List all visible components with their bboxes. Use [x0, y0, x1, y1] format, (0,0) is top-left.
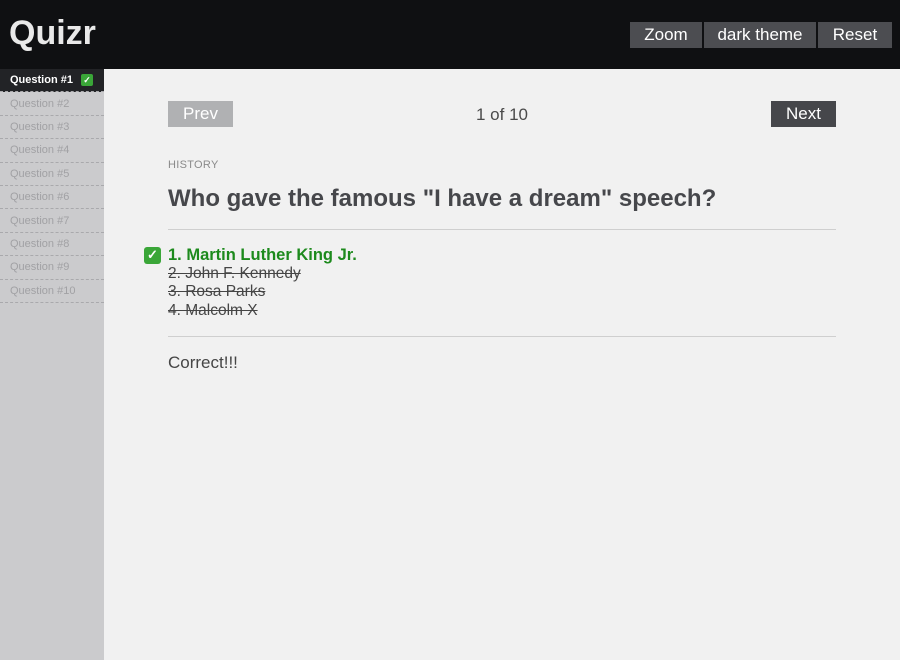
- answer-list: ✓ 1. Martin Luther King Jr. 2. John F. K…: [144, 246, 357, 321]
- answer-option-1[interactable]: ✓ 1. Martin Luther King Jr.: [144, 246, 357, 265]
- answer-label: 2. John F. Kennedy: [168, 264, 301, 282]
- question-text: Who gave the famous "I have a dream" spe…: [168, 185, 717, 212]
- sidebar-item-label: Question #6: [10, 191, 70, 204]
- sidebar-item-question-4[interactable]: Question #4: [0, 139, 104, 163]
- question-sidebar: Question #1 ✓ Question #2 Question #3 Qu…: [0, 69, 104, 660]
- sidebar-item-question-7[interactable]: Question #7: [0, 209, 104, 233]
- sidebar-item-question-10[interactable]: Question #10: [0, 280, 104, 303]
- sidebar-item-label: Question #3: [10, 120, 70, 133]
- answer-label: 3. Rosa Parks: [168, 283, 266, 301]
- sidebar-item-label: Question #2: [10, 97, 70, 110]
- dark-theme-button[interactable]: dark theme: [704, 22, 816, 48]
- prev-button[interactable]: Prev: [168, 101, 233, 127]
- sidebar-item-label: Question #5: [10, 167, 70, 180]
- sidebar-item-label: Question #8: [10, 237, 70, 250]
- reset-button[interactable]: Reset: [818, 22, 892, 48]
- sidebar-item-label: Question #1: [10, 74, 73, 87]
- question-counter: 1 of 10: [476, 105, 528, 124]
- sidebar-item-question-5[interactable]: Question #5: [0, 163, 104, 186]
- answer-label: 1. Martin Luther King Jr.: [168, 246, 357, 264]
- sidebar-item-question-2[interactable]: Question #2: [0, 92, 104, 116]
- answer-option-3[interactable]: 3. Rosa Parks: [168, 283, 357, 302]
- sidebar-item-question-6[interactable]: Question #6: [0, 186, 104, 210]
- answer-option-2[interactable]: 2. John F. Kennedy: [168, 265, 357, 284]
- top-bar: Quizr Zoom dark theme Reset: [0, 0, 900, 69]
- sidebar-item-label: Question #7: [10, 214, 70, 227]
- app-logo: Quizr: [9, 14, 96, 52]
- divider: [168, 229, 836, 230]
- next-button[interactable]: Next: [771, 101, 836, 127]
- question-category: HISTORY: [168, 159, 219, 171]
- zoom-button[interactable]: Zoom: [630, 22, 702, 48]
- sidebar-item-question-1[interactable]: Question #1 ✓: [0, 69, 104, 93]
- feedback-message: Correct!!!: [168, 353, 238, 372]
- check-mark-icon: ✓: [80, 74, 93, 87]
- answer-option-4[interactable]: 4. Malcolm X: [168, 302, 357, 321]
- answer-label: 4. Malcolm X: [168, 301, 258, 319]
- sidebar-item-label: Question #10: [10, 284, 76, 297]
- sidebar-item-label: Question #9: [10, 261, 70, 274]
- sidebar-item-question-9[interactable]: Question #9: [0, 256, 104, 280]
- sidebar-item-label: Question #4: [10, 144, 70, 157]
- sidebar-item-question-8[interactable]: Question #8: [0, 233, 104, 257]
- sidebar-item-question-3[interactable]: Question #3: [0, 116, 104, 140]
- divider: [168, 336, 836, 337]
- check-mark-icon: ✓: [144, 247, 161, 264]
